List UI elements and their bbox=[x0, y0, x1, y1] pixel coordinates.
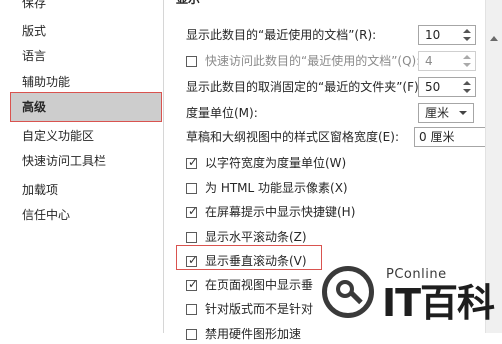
checkmark-icon: ✓ bbox=[188, 204, 199, 218]
option-checkbox[interactable] bbox=[186, 329, 197, 340]
watermark-brand: PConline bbox=[386, 267, 447, 282]
option-label[interactable]: 在屏幕提示中显示快捷键(H) bbox=[205, 202, 355, 222]
checkmark-icon: ✓ bbox=[188, 277, 199, 291]
option-label[interactable]: 以字符宽度为度量单位(W) bbox=[205, 153, 346, 173]
spinner-arrows-icon[interactable] bbox=[463, 53, 473, 69]
spin-down-icon[interactable] bbox=[463, 63, 471, 67]
option-checkbox[interactable] bbox=[186, 183, 197, 194]
chevron-down-icon[interactable] bbox=[459, 111, 467, 115]
option-label[interactable]: 针对版式而不是针对 bbox=[205, 299, 313, 319]
option-label: 显示此数目的“最近使用的文档”(R): bbox=[186, 28, 377, 42]
number-spinner[interactable]: 50 bbox=[418, 77, 476, 97]
sidebar-item-highlight-box bbox=[10, 92, 162, 122]
scroll-up-arrow-icon[interactable] bbox=[490, 36, 498, 41]
sidebar-item[interactable]: 信任中心 bbox=[22, 205, 70, 225]
spinner-arrows-icon[interactable] bbox=[463, 79, 473, 95]
spin-down-icon[interactable] bbox=[463, 37, 471, 41]
sidebar-item[interactable]: 版式 bbox=[22, 21, 46, 41]
spinner-value: 4 bbox=[425, 54, 433, 68]
units-dropdown[interactable]: 厘米 bbox=[418, 103, 474, 123]
sidebar-item[interactable]: 快速访问工具栏 bbox=[22, 151, 106, 171]
option-label[interactable]: 快速访问此数目的“最近使用的文档”(Q): bbox=[205, 51, 420, 71]
option-label[interactable]: 为 HTML 功能显示像素(X) bbox=[205, 178, 348, 198]
option-label[interactable]: 禁用硬件图形加速 bbox=[205, 324, 301, 344]
spinner-arrows-icon[interactable] bbox=[463, 27, 473, 43]
dropdown-value: 厘米 bbox=[425, 106, 450, 120]
option-checkbox[interactable] bbox=[186, 56, 197, 67]
spin-up-icon[interactable] bbox=[463, 81, 471, 85]
sidebar-item[interactable]: 辅助功能 bbox=[22, 72, 70, 92]
option-checkbox[interactable] bbox=[186, 232, 197, 243]
spinner-value: 10 bbox=[425, 28, 441, 42]
option-label: 草稿和大纲视图中的样式区窗格宽度(E): bbox=[186, 130, 399, 144]
sidebar-item[interactable]: 自定义功能区 bbox=[22, 126, 94, 146]
option-checkbox[interactable]: ✓ bbox=[186, 277, 199, 291]
checkmark-icon: ✓ bbox=[188, 155, 199, 169]
option-label: 度量单位(M): bbox=[186, 106, 258, 120]
watermark-title: IT百科 bbox=[382, 281, 495, 325]
spin-up-icon[interactable] bbox=[463, 29, 471, 33]
option-label[interactable]: 在页面视图中显示垂 bbox=[205, 275, 313, 295]
option-label[interactable]: 显示水平滚动条(Z) bbox=[205, 227, 307, 247]
option-checkbox[interactable] bbox=[186, 304, 197, 315]
section-header-display: 显示 bbox=[176, 0, 200, 7]
option-label: 显示此数目的取消固定的“最近的文件夹”(F): bbox=[186, 80, 423, 94]
spin-down-icon[interactable] bbox=[463, 89, 471, 93]
option-checkbox[interactable]: ✓ bbox=[186, 204, 199, 218]
spinner-value: 50 bbox=[425, 80, 441, 94]
option-highlight-box bbox=[176, 245, 322, 270]
option-checkbox[interactable]: ✓ bbox=[186, 155, 199, 169]
sidebar-item[interactable]: 加载项 bbox=[22, 180, 58, 200]
sidebar-item[interactable]: 语言 bbox=[22, 46, 46, 66]
number-spinner[interactable]: 10 bbox=[418, 25, 476, 45]
spin-up-icon[interactable] bbox=[463, 55, 471, 59]
width-input[interactable]: 0 厘米 bbox=[414, 127, 486, 147]
sidebar-item[interactable]: 保存 bbox=[22, 0, 46, 13]
input-value: 0 厘米 bbox=[419, 130, 455, 144]
number-spinner[interactable]: 4 bbox=[418, 51, 476, 71]
